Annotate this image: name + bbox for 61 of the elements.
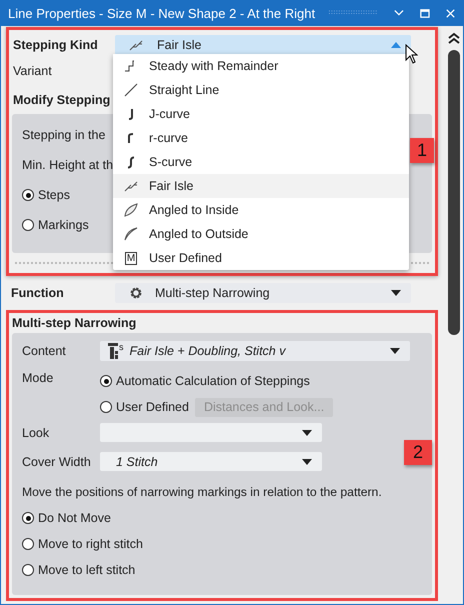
menu-item[interactable]: Straight Line — [113, 78, 409, 102]
radio-button[interactable] — [22, 219, 34, 231]
radio-button[interactable] — [22, 538, 34, 550]
menu-item[interactable]: Angled to Outside — [113, 222, 409, 246]
radio-button[interactable] — [22, 564, 34, 576]
menu-item[interactable]: Steady with Remainder — [113, 54, 409, 78]
menu-item[interactable]: Fair Isle — [113, 174, 409, 198]
field-label: Stepping Kind — [12, 38, 99, 52]
radio-label[interactable]: Steps — [38, 188, 70, 202]
caret-down-icon — [390, 348, 400, 354]
diagonal-line-icon — [124, 83, 138, 97]
caret-down-icon — [302, 458, 312, 464]
leaf-icon — [124, 203, 138, 217]
field-label: Min. Height at th — [22, 158, 114, 172]
r-curve-icon — [127, 132, 135, 144]
caret-down-icon — [391, 290, 401, 296]
radio-label[interactable]: Move to left stitch — [38, 563, 136, 577]
stepped-line-icon — [129, 39, 143, 51]
s-curve-icon — [127, 156, 135, 168]
field-label: Stepping in the — [22, 128, 106, 142]
close-icon[interactable] — [446, 8, 455, 18]
field-label: Cover Width — [22, 454, 92, 468]
radio-button[interactable] — [22, 512, 34, 524]
radio-label[interactable]: User Defined — [116, 400, 189, 414]
radio-button[interactable] — [100, 375, 112, 387]
radio-label[interactable]: Move to right stitch — [38, 537, 143, 551]
instruction-text: Move the positions of narrowing markings in relation to the pattern. — [22, 485, 383, 501]
radio-label[interactable]: Markings — [38, 218, 89, 232]
menu-item[interactable]: M User Defined — [113, 246, 409, 270]
scroll-up-icon[interactable] — [448, 32, 460, 44]
field-label: Variant — [12, 64, 52, 78]
gear-icon — [129, 286, 143, 300]
content-dropdown[interactable]: $^{s}$ Fair Isle + Doubling, Stitch v — [100, 341, 410, 361]
field-label: Mode — [22, 371, 54, 387]
caret-up-icon — [391, 42, 401, 48]
radio-button[interactable] — [22, 189, 34, 201]
radio-button[interactable] — [100, 401, 112, 413]
letter-box-icon: M — [124, 252, 138, 264]
radio-label[interactable]: Automatic Calculation of Steppings — [116, 374, 310, 388]
stepped-line-icon — [124, 180, 138, 192]
callout-badge: 2 — [404, 440, 432, 465]
leaf-icon — [124, 227, 138, 241]
section-heading: Multi-step Narrowing — [12, 315, 138, 332]
j-curve-icon — [127, 108, 135, 120]
chevron-icon[interactable] — [394, 9, 404, 17]
caret-down-icon — [302, 430, 312, 436]
maximize-icon[interactable] — [420, 8, 430, 18]
stepping-kind-dropdown[interactable]: Fair Isle — [115, 35, 411, 55]
field-label: Look — [22, 426, 50, 440]
menu-item[interactable]: J-curve — [113, 102, 409, 126]
menu-item[interactable]: Angled to Inside — [113, 198, 409, 222]
function-dropdown[interactable]: Multi-step Narrowing — [115, 283, 411, 303]
section-heading: Modify Stepping — [12, 93, 112, 107]
menu-item[interactable]: r-curve — [113, 126, 409, 150]
field-label: Function — [10, 286, 65, 300]
cover-width-dropdown[interactable]: 1 Stitch — [100, 452, 322, 471]
menu-item[interactable]: S-curve — [113, 150, 409, 174]
radio-label[interactable]: Do Not Move — [38, 511, 111, 525]
window-title: Line Properties - Size M - New Shape 2 - At the Right — [8, 6, 316, 20]
callout-badge: 1 — [410, 138, 434, 163]
field-label: Content — [22, 344, 67, 358]
